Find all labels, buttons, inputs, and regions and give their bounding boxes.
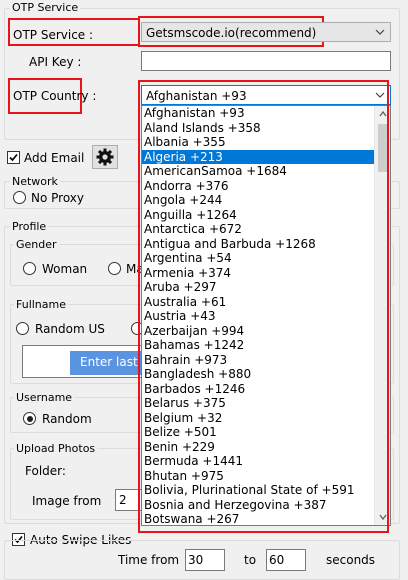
- otp-country-dropdown-highlight: [138, 80, 389, 533]
- time-from-value: 30: [188, 553, 204, 567]
- gear-icon: [96, 148, 114, 166]
- add-email-label: Add Email: [24, 151, 85, 165]
- otp-country-label: OTP Country :: [13, 89, 97, 103]
- image-from-value: 2: [119, 493, 127, 507]
- time-from-label: Time from: [118, 553, 180, 567]
- otp-service-select[interactable]: Getsmscode.io(recommend): [141, 22, 391, 42]
- checkmark-icon: [9, 153, 18, 162]
- api-key-input[interactable]: [141, 51, 391, 71]
- otp-service-title: OTP Service: [10, 1, 81, 14]
- folder-label: Folder:: [25, 464, 66, 478]
- gender-woman-radio[interactable]: [23, 262, 36, 275]
- no-proxy-radio[interactable]: [13, 191, 26, 204]
- to-label: to: [244, 553, 257, 567]
- profile-title: Profile: [10, 220, 49, 233]
- add-email-checkbox[interactable]: [7, 151, 20, 164]
- upload-photos-title: Upload Photos: [14, 442, 98, 455]
- email-settings-button[interactable]: [92, 145, 118, 169]
- seconds-label: seconds: [326, 553, 376, 567]
- gender-man-radio[interactable]: [108, 262, 121, 275]
- gender-title: Gender: [14, 238, 59, 251]
- fullname-random-us-label: Random US: [35, 322, 105, 336]
- image-from-label: Image from: [32, 494, 102, 508]
- username-random-radio[interactable]: [23, 412, 36, 425]
- time-from-input[interactable]: 30: [185, 549, 225, 571]
- gender-woman-label: Woman: [42, 262, 88, 276]
- network-title: Network: [10, 175, 60, 188]
- time-to-input[interactable]: 60: [266, 549, 306, 571]
- fullname-random-us-radio[interactable]: [16, 322, 29, 335]
- time-to-value: 60: [269, 553, 285, 567]
- username-random-label: Random: [42, 412, 92, 426]
- enter-last-name-button[interactable]: Enter last n: [70, 351, 142, 375]
- username-title: Username: [14, 391, 75, 404]
- fullname-title: Fullname: [14, 298, 69, 311]
- chevron-down-icon: [375, 29, 385, 35]
- otp-service-label: OTP Service :: [13, 28, 94, 42]
- otp-service-value: Getsmscode.io(recommend): [146, 26, 317, 40]
- api-key-label: API Key :: [29, 55, 82, 69]
- no-proxy-label: No Proxy: [31, 191, 85, 205]
